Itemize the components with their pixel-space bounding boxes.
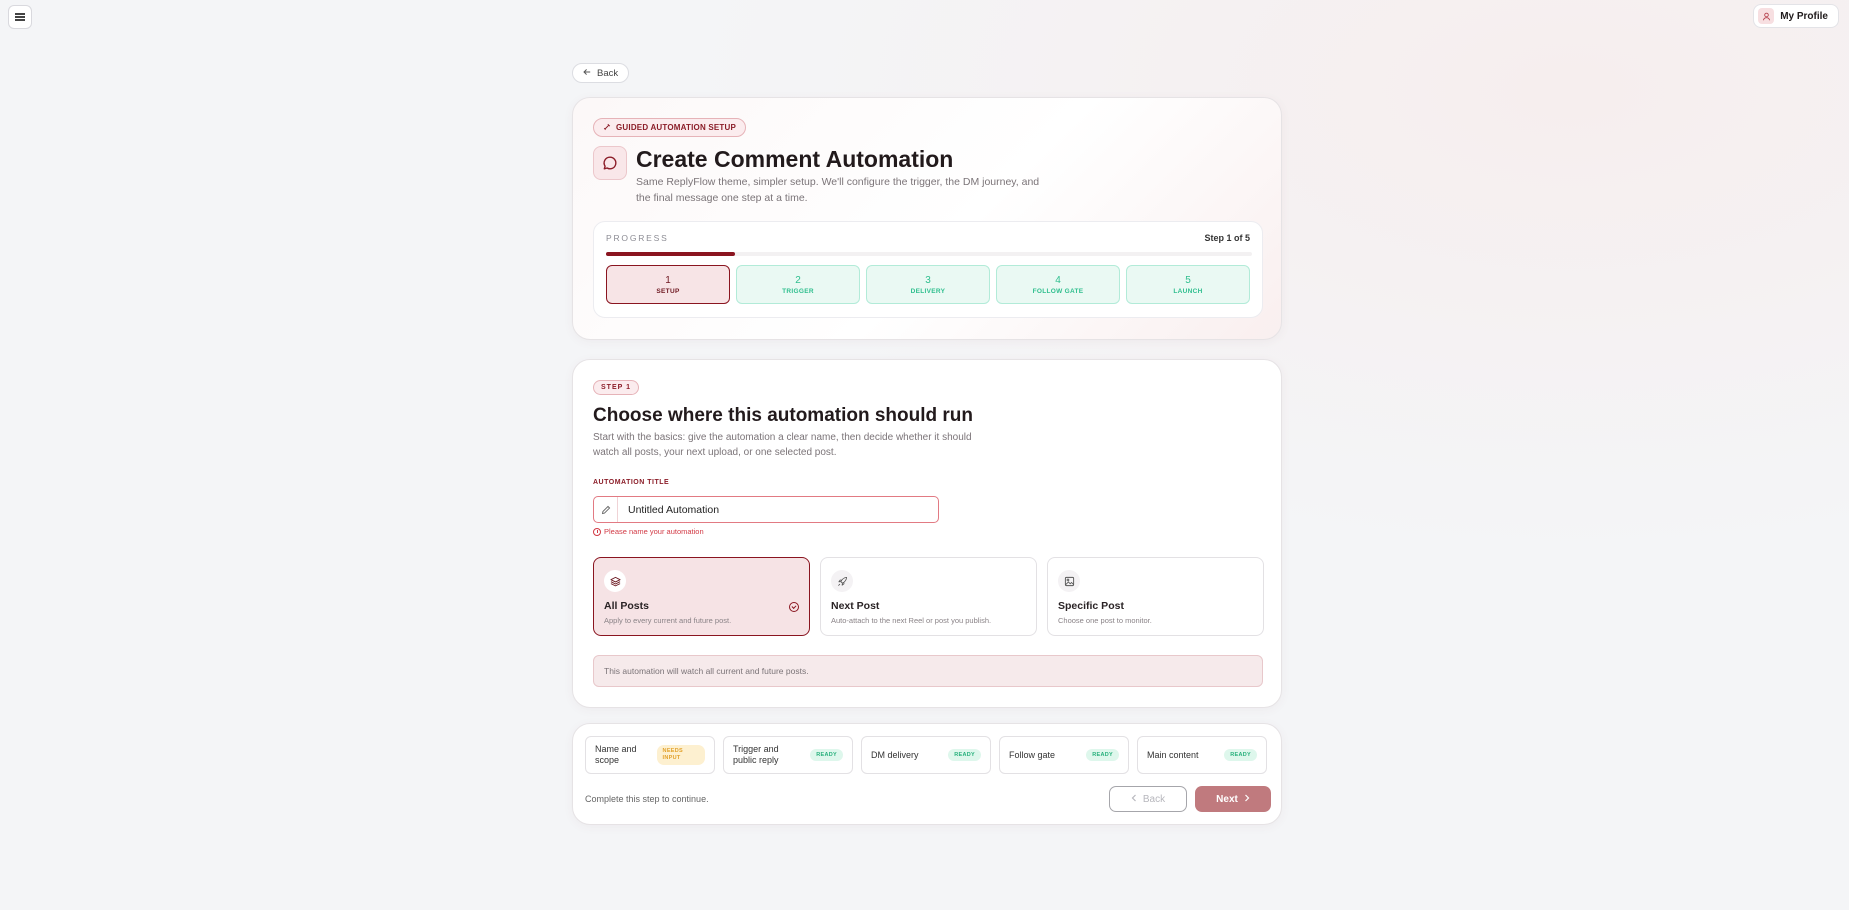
arrow-left-icon — [583, 68, 591, 79]
automation-title-field — [593, 496, 939, 523]
checklist-item[interactable]: Main content READY — [1137, 736, 1267, 774]
option-description: Apply to every current and future post. — [604, 616, 732, 625]
status-badge: NEEDS INPUT — [656, 745, 705, 765]
stepper: 1 SETUP 2 TRIGGER 3 DELIVERY 4 FOLLOW GATE 5 LAUN… — [606, 265, 1250, 304]
page-subtitle: Same ReplyFlow theme, simpler setup. We'… — [636, 176, 1040, 204]
sparkle-icon — [603, 123, 611, 133]
guided-setup-badge: GUIDED AUTOMATION SETUP — [593, 118, 747, 137]
step-badge: STEP 1 — [593, 380, 639, 395]
scope-option-next-post[interactable]: Next Post Auto-attach to the next Reel or… — [820, 557, 1037, 636]
checklist-label: Name and scope — [595, 744, 637, 765]
option-title: Next Post — [831, 600, 880, 612]
step-number: 1 — [665, 274, 671, 286]
option-title: Specific Post — [1058, 600, 1124, 612]
step-label: FOLLOW GATE — [1032, 287, 1084, 295]
scope-options: All Posts Apply to every current and futu… — [593, 557, 1264, 636]
status-badge: READY — [1086, 749, 1119, 761]
progress-fill — [606, 252, 736, 256]
step-subtitle: Start with the basics: give the automati… — [593, 432, 972, 458]
status-badge: READY — [810, 749, 843, 761]
step-card: STEP 1 Choose where this automation shou… — [572, 359, 1282, 708]
step-4[interactable]: 4 FOLLOW GATE — [996, 265, 1120, 304]
back-link[interactable]: Back — [572, 63, 630, 83]
profile-button[interactable]: My Profile — [1753, 4, 1839, 28]
automation-title-label: AUTOMATION TITLE — [593, 479, 670, 486]
step-1[interactable]: 1 SETUP — [606, 265, 730, 304]
automation-title-input[interactable] — [618, 497, 938, 522]
step-number: 2 — [795, 274, 801, 286]
step-label: TRIGGER — [782, 287, 814, 295]
next-button[interactable]: Next — [1195, 786, 1271, 812]
checklist-item[interactable]: Trigger and public reply READY — [723, 736, 853, 774]
progress-label: PROGRESS — [606, 233, 669, 243]
readiness-checklist: Name and scope NEEDS INPUT Trigger and pub… — [585, 736, 1267, 774]
step-number: 5 — [1185, 274, 1191, 286]
user-icon — [1758, 8, 1775, 24]
step-2[interactable]: 2 TRIGGER — [736, 265, 860, 304]
step-3[interactable]: 3 DELIVERY — [866, 265, 990, 304]
option-description: Choose one post to monitor. — [1058, 616, 1152, 625]
status-badge: READY — [948, 749, 981, 761]
badge-label: GUIDED AUTOMATION SETUP — [616, 123, 737, 132]
menu-button[interactable] — [8, 5, 32, 29]
layers-icon — [604, 570, 626, 592]
checklist-item[interactable]: Follow gate READY — [999, 736, 1129, 774]
step-number: 4 — [1055, 274, 1061, 286]
back-button[interactable]: Back — [1109, 786, 1187, 812]
check-circle-icon — [789, 602, 799, 612]
hero-card: GUIDED AUTOMATION SETUP Create Comment A… — [572, 97, 1282, 340]
option-description: Auto-attach to the next Reel or post you… — [831, 616, 992, 625]
checklist-label: Follow gate — [1009, 749, 1056, 760]
progress-track — [606, 252, 1252, 256]
back-button-label: Back — [1142, 793, 1166, 805]
footer-hint: Complete this step to continue. — [585, 794, 709, 804]
step-label: SETUP — [656, 287, 680, 295]
back-link-label: Back — [597, 67, 619, 79]
scope-note: This automation will watch all current a… — [593, 655, 1263, 687]
step-5[interactable]: 5 LAUNCH — [1126, 265, 1250, 304]
option-title: All Posts — [604, 600, 649, 612]
chevron-left-icon — [1131, 794, 1137, 805]
alert-icon — [593, 527, 601, 536]
step-label: LAUNCH — [1173, 287, 1203, 295]
next-button-label: Next — [1216, 793, 1238, 805]
title-error: Please name your automation — [593, 527, 704, 536]
step-title: Choose where this automation should run — [593, 405, 974, 426]
checklist-label: Main content — [1147, 749, 1199, 760]
footer-card: Name and scope NEEDS INPUT Trigger and pub… — [572, 723, 1282, 825]
title-error-text: Please name your automation — [604, 527, 704, 536]
checklist-label: DM delivery — [871, 749, 919, 760]
pencil-icon — [594, 497, 618, 522]
chat-bubble-icon — [593, 146, 627, 180]
status-badge: READY — [1224, 749, 1257, 761]
scope-option-all-posts[interactable]: All Posts Apply to every current and futu… — [593, 557, 810, 636]
hamburger-icon — [15, 16, 25, 18]
checklist-item[interactable]: DM delivery READY — [861, 736, 991, 774]
scope-option-specific-post[interactable]: Specific Post Choose one post to monitor. — [1047, 557, 1264, 636]
progress-step-text: Step 1 of 5 — [1204, 233, 1250, 243]
rocket-icon — [831, 570, 853, 592]
chevron-right-icon — [1244, 794, 1250, 805]
image-icon — [1058, 570, 1080, 592]
profile-label: My Profile — [1780, 10, 1828, 22]
page-title: Create Comment Automation — [636, 146, 954, 172]
step-label: DELIVERY — [910, 287, 946, 295]
checklist-label: Trigger and public reply — [733, 744, 779, 765]
checklist-item[interactable]: Name and scope NEEDS INPUT — [585, 736, 715, 774]
step-number: 3 — [925, 274, 931, 286]
progress-panel: PROGRESS Step 1 of 5 1 SETUP 2 TRIGGER 3 DELI… — [593, 221, 1263, 318]
